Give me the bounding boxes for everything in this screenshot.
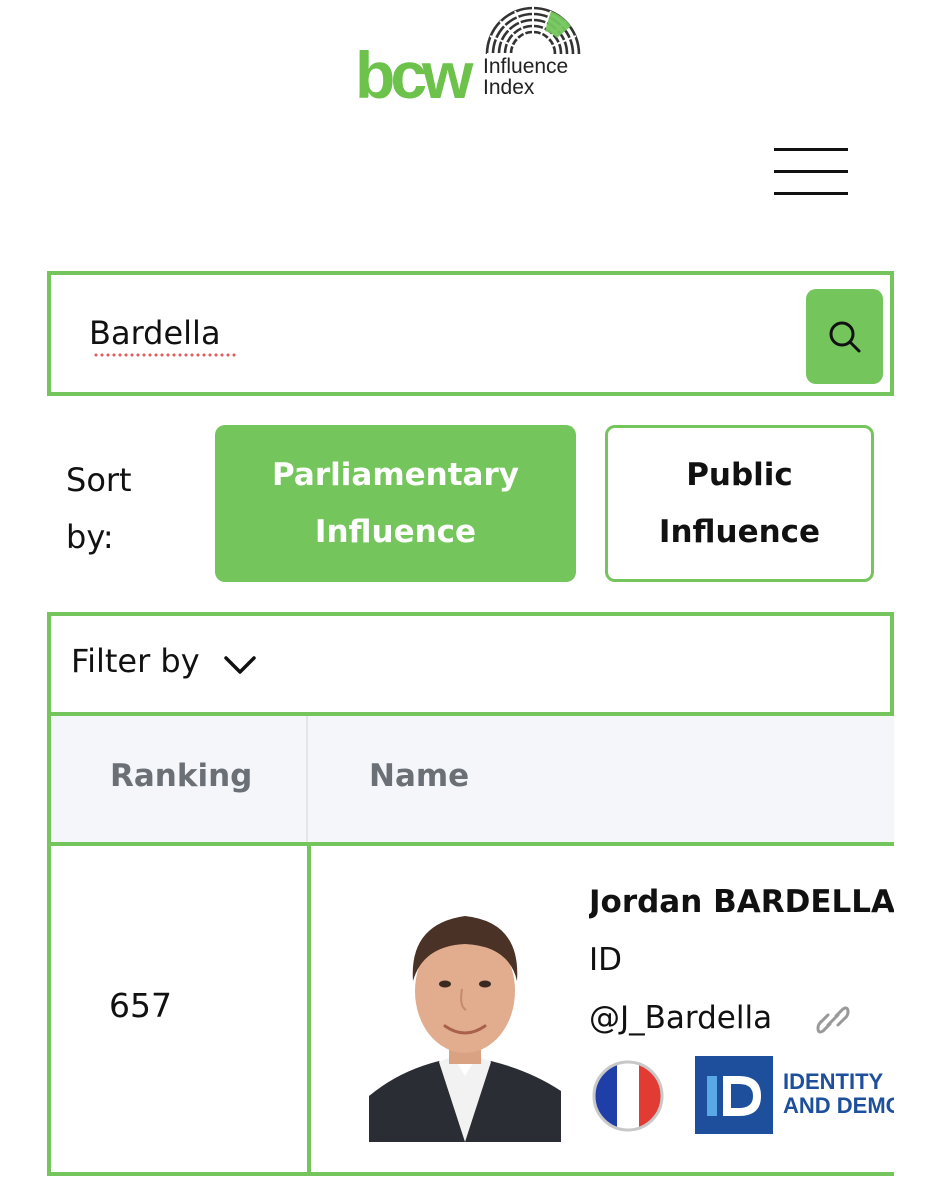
divider	[47, 1172, 894, 1176]
sort-parliamentary-influence-button[interactable]: Parliamentary Influence	[215, 425, 576, 582]
table-row[interactable]: 657 Jordan BARDELLA ID @J_Bardella IDENT…	[47, 846, 894, 1176]
column-divider	[306, 716, 308, 844]
column-header-ranking[interactable]: Ranking	[110, 758, 252, 794]
logo-line-influence: Influence	[483, 55, 569, 78]
spellcheck-underline	[93, 353, 238, 357]
chevron-down-icon	[224, 656, 256, 674]
party-logo: IDENTITY AND DEMOCRACY	[695, 1056, 894, 1134]
mp-political-group: ID	[589, 942, 623, 978]
mp-twitter-handle[interactable]: @J_Bardella	[589, 1000, 772, 1036]
logo-subtitle: Influence Index	[483, 56, 568, 98]
mp-portrait-photo	[369, 886, 561, 1142]
party-name: IDENTITY AND DEMOCRACY	[783, 1070, 894, 1118]
filter-dropdown[interactable]: Filter by	[47, 612, 894, 716]
party-name-line: IDENTITY	[783, 1069, 884, 1094]
identity-democracy-logo-icon	[695, 1056, 773, 1134]
search-bar	[47, 271, 894, 396]
logo-brand-text: bcw	[355, 38, 473, 112]
filter-label: Filter by	[71, 642, 200, 680]
mp-name[interactable]: Jordan BARDELLA	[589, 884, 894, 920]
parliament-arc-icon	[485, 6, 581, 55]
party-name-line: AND DEMOCRACY	[783, 1093, 894, 1118]
sort-by-label: Sort by:	[66, 461, 132, 556]
ranking-value: 657	[109, 986, 172, 1025]
divider	[47, 846, 51, 1176]
sort-option-label: Public Influence	[658, 456, 821, 550]
bcw-influence-index-logo[interactable]: bcw Influence Index	[355, 4, 595, 108]
france-flag-icon	[592, 1060, 664, 1132]
sort-option-label: Parliamentary Influence	[272, 456, 519, 550]
search-icon	[829, 321, 861, 353]
search-button[interactable]	[806, 289, 883, 384]
sort-public-influence-button[interactable]: Public Influence	[605, 425, 874, 582]
link-icon[interactable]	[815, 1004, 851, 1036]
divider	[307, 846, 311, 1176]
hamburger-menu-icon[interactable]	[774, 148, 848, 198]
column-header-name[interactable]: Name	[369, 758, 469, 794]
logo-line-index: Index	[483, 76, 535, 99]
